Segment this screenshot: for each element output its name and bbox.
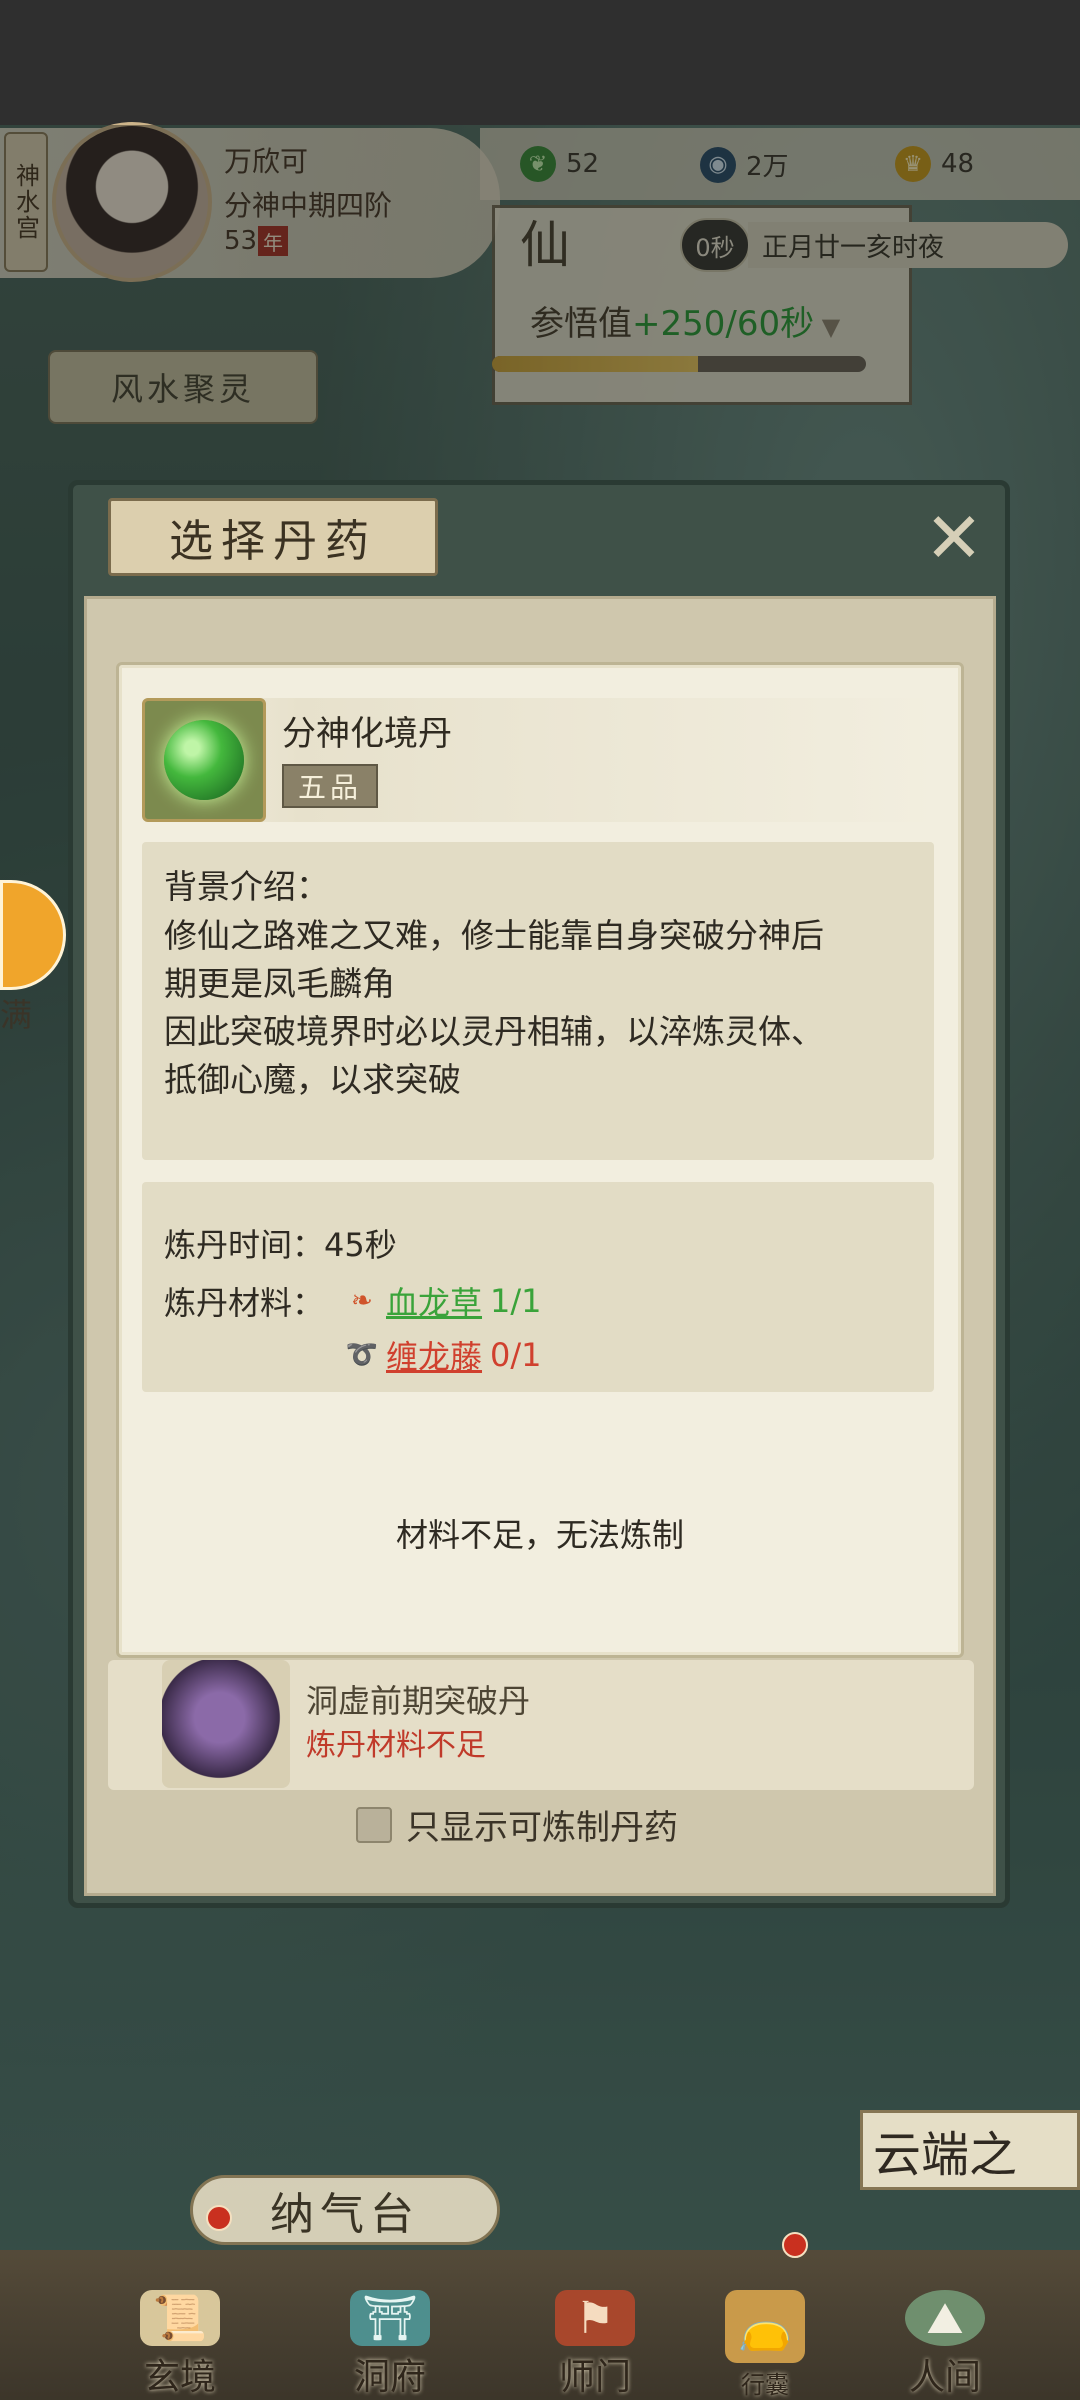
grade-badge: 五品 xyxy=(282,764,378,808)
material-name[interactable]: 缠龙藤 xyxy=(386,1332,482,1378)
pill-thumbnail xyxy=(162,1660,290,1788)
herb-leaf-icon: ❧ xyxy=(351,1286,373,1316)
list-item-status: 炼丹材料不足 xyxy=(306,1728,486,1763)
background-line: 抵御心魔，以求突破 xyxy=(164,1060,461,1099)
background-line: 因此突破境界时必以灵丹相辅，以淬炼灵体、 xyxy=(164,1012,824,1051)
pavilion-icon: ⛩ xyxy=(350,2290,430,2346)
nav-dongfu[interactable]: ⛩ 洞府 xyxy=(325,2290,455,2400)
scroll-icon: 📜 xyxy=(140,2290,220,2346)
mountain-icon: ⛰ xyxy=(905,2290,985,2346)
background-label: 背景介绍： xyxy=(164,867,329,906)
insufficient-materials-message: 材料不足，无法炼制 xyxy=(395,1516,684,1554)
side-label: 满 xyxy=(0,996,33,1034)
nav-xingnang[interactable]: 👝 行囊 xyxy=(700,2290,830,2400)
list-item-name: 洞虚前期突破丹 xyxy=(306,1682,531,1720)
status-bar xyxy=(0,0,1080,125)
craft-time-value: 45秒 xyxy=(324,1226,397,1264)
craft-time-label: 炼丹时间： xyxy=(164,1226,325,1264)
craft-time: 炼丹时间：45秒 xyxy=(164,1220,397,1266)
nav-label: 师门 xyxy=(558,2357,631,2398)
platform-label[interactable]: 纳气台 xyxy=(190,2175,500,2245)
background-text: 修仙之路难之又难，修士能靠自身突破分神后 期更是凤毛麟角 因此突破境界时必以灵丹… xyxy=(164,912,924,1104)
background-line: 期更是凤毛麟角 xyxy=(164,964,395,1003)
vine-icon: ➰ xyxy=(345,1340,379,1370)
material-count: 1/1 xyxy=(490,1282,542,1320)
pill-icon xyxy=(142,698,266,822)
cloud-label[interactable]: 云端之 xyxy=(860,2110,1080,2190)
nav-renjian[interactable]: ⛰ 人间 xyxy=(880,2290,1010,2400)
material-item[interactable]: ❧ 血龙草 1/1 xyxy=(346,1278,542,1324)
pill-name: 分神化境丹 xyxy=(282,714,452,754)
nav-shimen[interactable]: ⚑ 师门 xyxy=(530,2290,660,2400)
banner-icon: ⚑ xyxy=(555,2290,635,2346)
materials-label: 炼丹材料： xyxy=(164,1284,325,1322)
material-item[interactable]: ➰ 缠龙藤 0/1 xyxy=(346,1332,542,1378)
nav-label: 人间 xyxy=(908,2357,981,2398)
pouch-icon: 👝 xyxy=(725,2290,805,2363)
notification-dot xyxy=(206,2205,232,2231)
nav-label: 玄境 xyxy=(143,2357,216,2398)
nav-label: 洞府 xyxy=(353,2357,426,2398)
jade-orb-icon xyxy=(164,720,244,800)
dialog-title-plate: 选择丹药 xyxy=(108,498,438,576)
nav-xuanjing[interactable]: 📜 玄境 xyxy=(115,2290,245,2400)
dialog-title: 选择丹药 xyxy=(169,516,377,567)
background-line: 修仙之路难之又难，修士能靠自身突破分神后 xyxy=(164,916,824,955)
nav-label: 行囊 xyxy=(741,2371,789,2399)
only-show-toggle[interactable]: 只显示可炼制丹药 xyxy=(356,1800,678,1849)
material-count: 0/1 xyxy=(490,1336,542,1374)
notification-dot xyxy=(782,2232,808,2258)
only-show-label: 只显示可炼制丹药 xyxy=(406,1808,678,1848)
material-name[interactable]: 血龙草 xyxy=(386,1278,482,1324)
checkbox[interactable] xyxy=(356,1806,392,1843)
close-icon[interactable]: ✕ xyxy=(914,497,994,579)
